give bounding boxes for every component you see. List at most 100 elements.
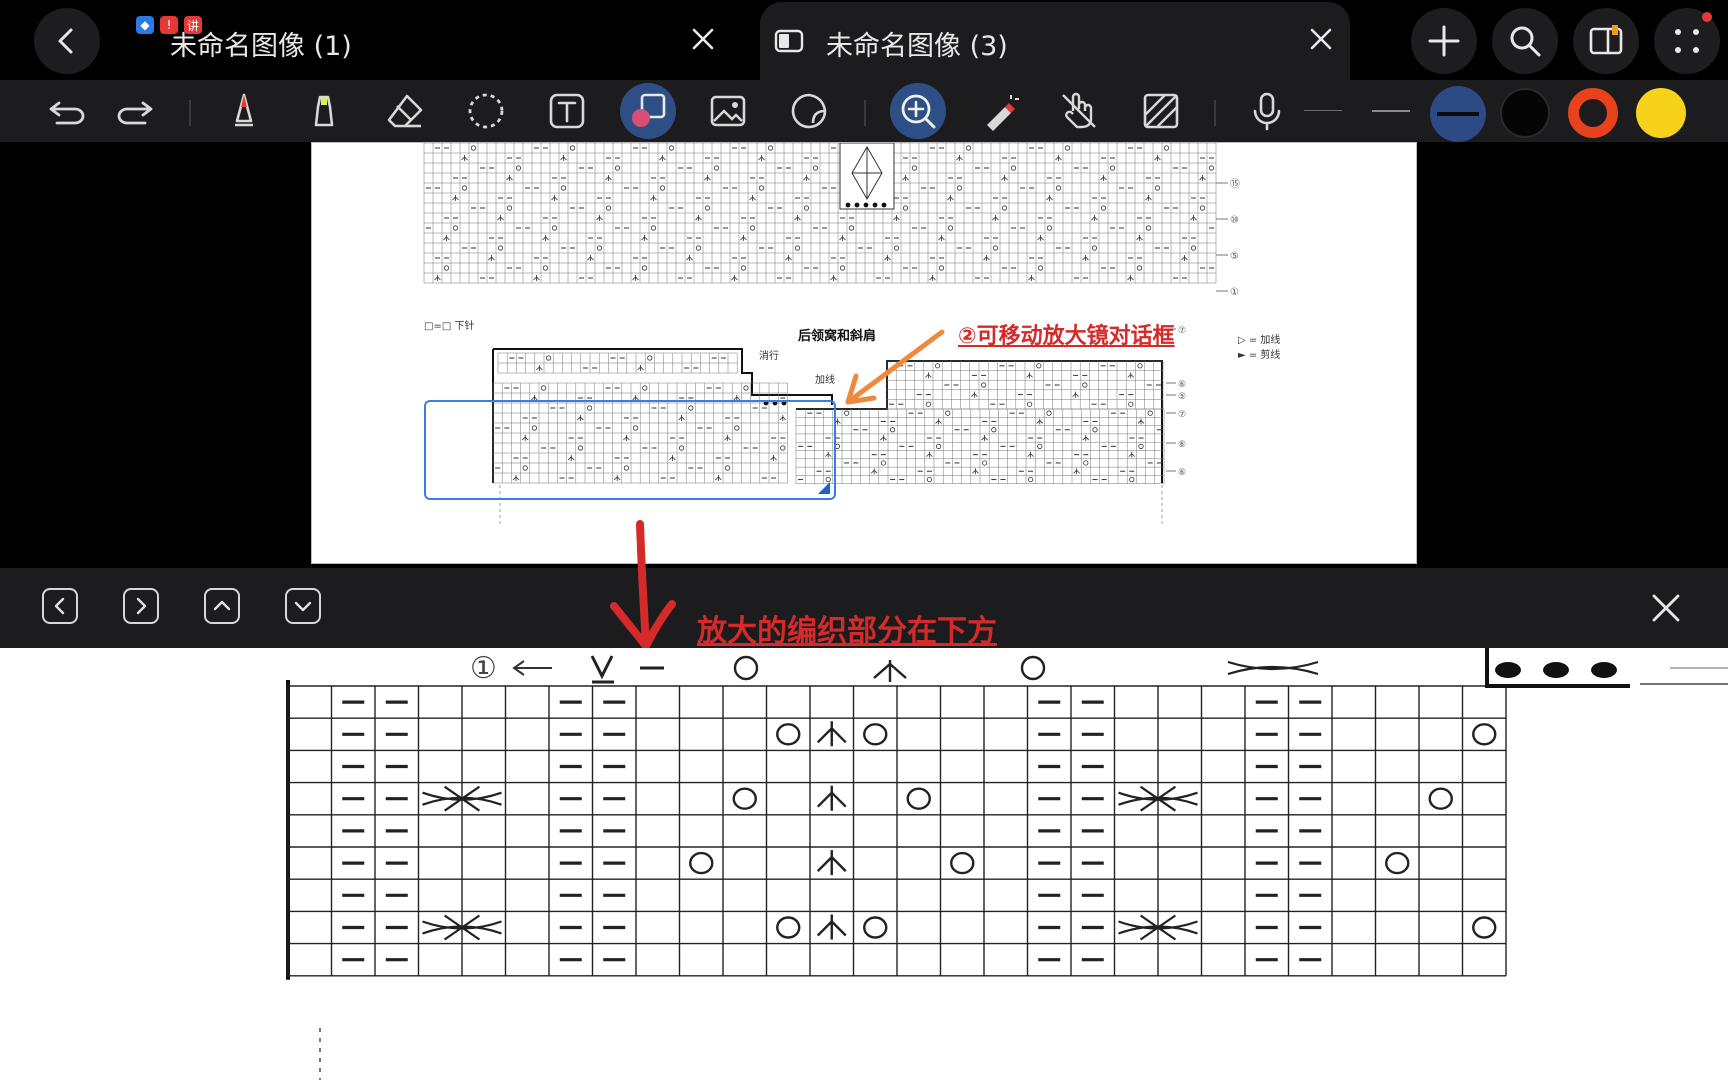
shape-tool[interactable] — [620, 83, 676, 139]
yarn-over-mark — [1145, 225, 1152, 231]
eraser-tool[interactable] — [380, 86, 430, 136]
stroke-width-thin[interactable] — [1304, 110, 1342, 111]
chevron-down-icon — [294, 601, 312, 612]
yarn-over-mark — [551, 225, 558, 231]
yarn-over-mark — [1190, 245, 1197, 251]
decrease-mark — [434, 275, 441, 281]
decrease-mark — [1181, 255, 1188, 261]
slip-stitch-mark — [590, 655, 614, 684]
yarn-over-mark — [743, 385, 749, 391]
decrease-mark — [1190, 215, 1197, 221]
yarn-over-mark — [938, 265, 945, 271]
yarn-over-mark — [758, 185, 765, 191]
move-right-button[interactable] — [123, 588, 159, 624]
yarn-over-mark — [1046, 225, 1053, 231]
color-swatch-black[interactable] — [1500, 88, 1550, 138]
decrease-mark — [947, 195, 954, 201]
chevron-left-icon — [58, 28, 73, 54]
decrease-mark — [650, 195, 657, 201]
color-swatch-red[interactable] — [1568, 88, 1618, 138]
magnifier-selection-box[interactable] — [424, 400, 836, 500]
yarn-over-mark — [1472, 723, 1497, 746]
yarn-over-mark — [839, 265, 846, 271]
decrease-mark — [659, 155, 666, 161]
yarn-over-mark — [1055, 185, 1062, 191]
microphone-button[interactable] — [1242, 86, 1292, 136]
stroke-width-thick-selected[interactable] — [1430, 86, 1486, 142]
close-icon — [1310, 28, 1332, 50]
yarn-over-mark — [1472, 916, 1497, 939]
chevron-right-icon — [136, 597, 147, 615]
yarn-over-mark — [803, 205, 810, 211]
row-marker-number: ⑥ — [1178, 468, 1186, 478]
decrease-mark — [785, 255, 792, 261]
decrease-mark — [972, 468, 979, 475]
yarn-over-mark — [776, 916, 801, 939]
tab-close-button[interactable] — [1308, 26, 1334, 59]
orange-arrow — [845, 329, 945, 405]
yarn-over-mark — [911, 165, 918, 171]
yarn-over-mark — [650, 225, 657, 231]
decrease-mark — [1027, 451, 1034, 458]
undo-button[interactable] — [42, 86, 92, 136]
color-swatch-yellow[interactable] — [1636, 88, 1686, 138]
decrease-mark — [983, 255, 990, 261]
close-magnifier-button[interactable] — [1650, 592, 1682, 628]
decrease-mark — [632, 275, 639, 281]
move-down-button[interactable] — [285, 588, 321, 624]
back-button[interactable] — [34, 8, 100, 74]
decrease-mark — [902, 175, 909, 181]
move-left-button[interactable] — [42, 588, 78, 624]
sticker-tool[interactable] — [784, 86, 834, 136]
move-up-button[interactable] — [204, 588, 240, 624]
row-arrow — [512, 660, 552, 676]
decrease-mark — [695, 215, 702, 221]
decrease-mark — [1001, 175, 1008, 181]
red-arrow — [610, 520, 676, 654]
plus-icon — [1428, 25, 1460, 57]
yarn-over-mark — [889, 427, 896, 433]
yarn-over-mark — [1083, 460, 1089, 466]
decrease-mark — [1072, 391, 1079, 398]
tape-icon — [1143, 93, 1179, 129]
decrease-mark — [1128, 451, 1136, 458]
yarn-over-mark — [695, 245, 702, 251]
tape-tool[interactable] — [1136, 86, 1186, 136]
yarn-over-mark — [767, 145, 774, 151]
highlighter-tool[interactable] — [299, 86, 349, 136]
yarn-over-mark — [1109, 165, 1116, 171]
bind-off-dot — [872, 202, 878, 208]
tab-bar: ◆ ! 讲 未命名图像 (1) 未命名图像 (3) — [0, 0, 1728, 80]
yarn-over-mark — [1036, 363, 1042, 369]
tab-image-3[interactable]: 未命名图像 (3) — [760, 2, 1350, 80]
pen-tool[interactable] — [219, 86, 269, 136]
redo-button[interactable] — [110, 86, 160, 136]
decrease-mark — [816, 785, 847, 811]
yarn-over-mark — [992, 245, 999, 251]
search-button[interactable] — [1492, 8, 1558, 74]
notification-dot — [1702, 12, 1712, 22]
hand-touch-tool[interactable] — [1054, 86, 1104, 136]
lasso-tool[interactable] — [461, 86, 511, 136]
decrease-mark — [1136, 235, 1143, 241]
yarn-over-mark — [1046, 410, 1052, 416]
stroke-width-medium[interactable] — [1372, 110, 1410, 112]
image-tool[interactable] — [703, 86, 753, 136]
tab-close-button[interactable] — [690, 26, 716, 59]
new-tab-button[interactable] — [1411, 8, 1477, 74]
tab-image-1[interactable]: 未命名图像 (1) — [110, 2, 750, 80]
yarn-over-mark — [1010, 165, 1017, 171]
yarn-over-mark — [443, 265, 450, 271]
yarn-over-mark — [596, 245, 603, 251]
magnified-view: ① — [0, 648, 1728, 1080]
laser-pointer-tool[interactable] — [974, 86, 1024, 136]
yarn-over-mark — [1137, 363, 1143, 369]
split-view-button[interactable] — [1573, 8, 1639, 74]
zoom-magnifier-tool[interactable] — [890, 83, 946, 139]
yarn-over-mark — [740, 265, 747, 271]
row-marker-number: ⑩ — [1230, 215, 1239, 226]
decrease-mark — [830, 275, 837, 281]
decrease-mark — [816, 850, 847, 876]
tab-title: 未命名图像 (3) — [826, 31, 1008, 62]
text-tool[interactable] — [542, 86, 592, 136]
